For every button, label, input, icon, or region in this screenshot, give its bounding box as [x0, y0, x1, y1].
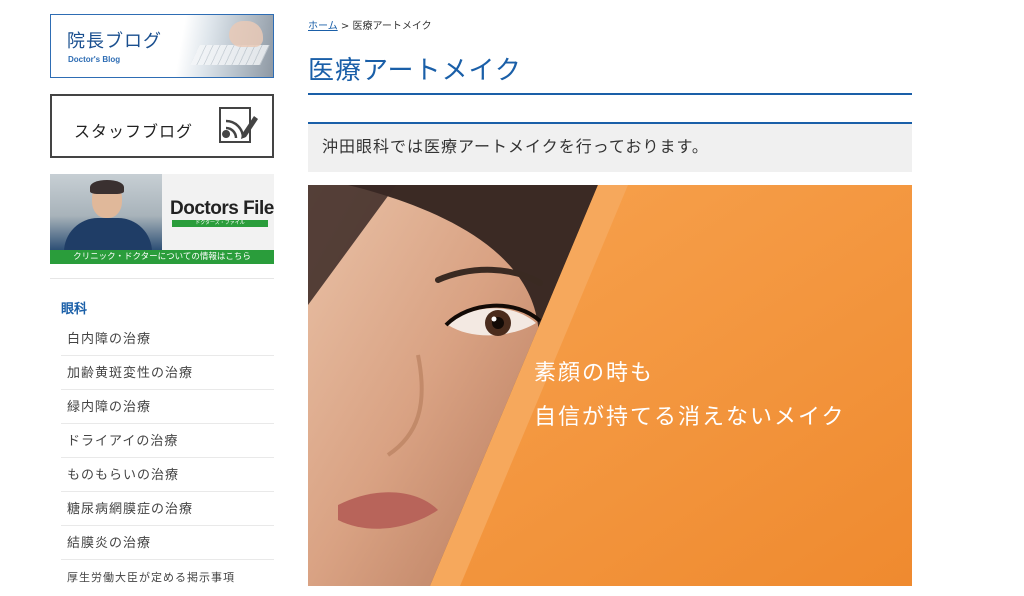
- doctors-file-logo-sub: ドクターズ・ファイル: [172, 220, 268, 227]
- keyboard-image: [190, 45, 270, 65]
- sidebar-divider: [50, 278, 274, 279]
- blog-edit-icon: [219, 107, 258, 143]
- hand-image: [229, 21, 263, 47]
- breadcrumb: ホーム > 医療アートメイク: [308, 17, 432, 32]
- sidebar-menu: 白内障の治療 加齢黄斑変性の治療 緑内障の治療 ドライアイの治療 ものもらいの治…: [50, 322, 274, 594]
- breadcrumb-home-link[interactable]: ホーム: [308, 21, 338, 32]
- sidebar-item-stye[interactable]: ものもらいの治療: [61, 458, 274, 492]
- doctors-file-logo: Doctors File: [170, 198, 274, 219]
- hero-copy-line2: 自信が持てる消えないメイク: [534, 405, 846, 430]
- staff-blog-banner[interactable]: スタッフブログ: [50, 94, 274, 158]
- sidebar-item-dry-eye[interactable]: ドライアイの治療: [61, 424, 274, 458]
- sidebar-item-diabetic-retinopathy[interactable]: 糖尿病網膜症の治療: [61, 492, 274, 526]
- sidebar-item-glaucoma[interactable]: 緑内障の治療: [61, 390, 274, 424]
- doctors-file-caption: クリニック・ドクターについての情報はこちら: [50, 250, 274, 264]
- breadcrumb-current: 医療アートメイク: [352, 21, 432, 32]
- staff-blog-title: スタッフブログ: [74, 122, 194, 141]
- doctors-file-banner[interactable]: Doctors File ドクターズ・ファイル クリニック・ドクターについての情…: [50, 174, 274, 264]
- hero-image: 素顔の時も 自信が持てる消えないメイク: [308, 185, 912, 586]
- sidebar-item-conjunctivitis[interactable]: 結膜炎の治療: [61, 526, 274, 560]
- title-underline: [308, 93, 912, 95]
- director-blog-banner[interactable]: 院長ブログ Doctor's Blog: [50, 14, 274, 78]
- sidebar-item-macular-degeneration[interactable]: 加齢黄斑変性の治療: [61, 356, 274, 390]
- director-blog-subtitle: Doctor's Blog: [68, 55, 121, 64]
- breadcrumb-separator: >: [340, 21, 350, 32]
- lead-text: 沖田眼科では医療アートメイクを行っております。: [308, 122, 912, 172]
- sidebar-item-cataract[interactable]: 白内障の治療: [61, 322, 274, 356]
- category-title-ophthalmology: 眼科: [61, 302, 88, 317]
- doctor-photo-hair: [90, 180, 124, 194]
- director-blog-title: 院長ブログ: [67, 31, 162, 52]
- sidebar-item-notice[interactable]: 厚生労働大臣が定める掲示事項: [61, 560, 274, 594]
- hero-copy-line1: 素顔の時も: [534, 361, 655, 386]
- page-title: 医療アートメイク: [308, 56, 522, 86]
